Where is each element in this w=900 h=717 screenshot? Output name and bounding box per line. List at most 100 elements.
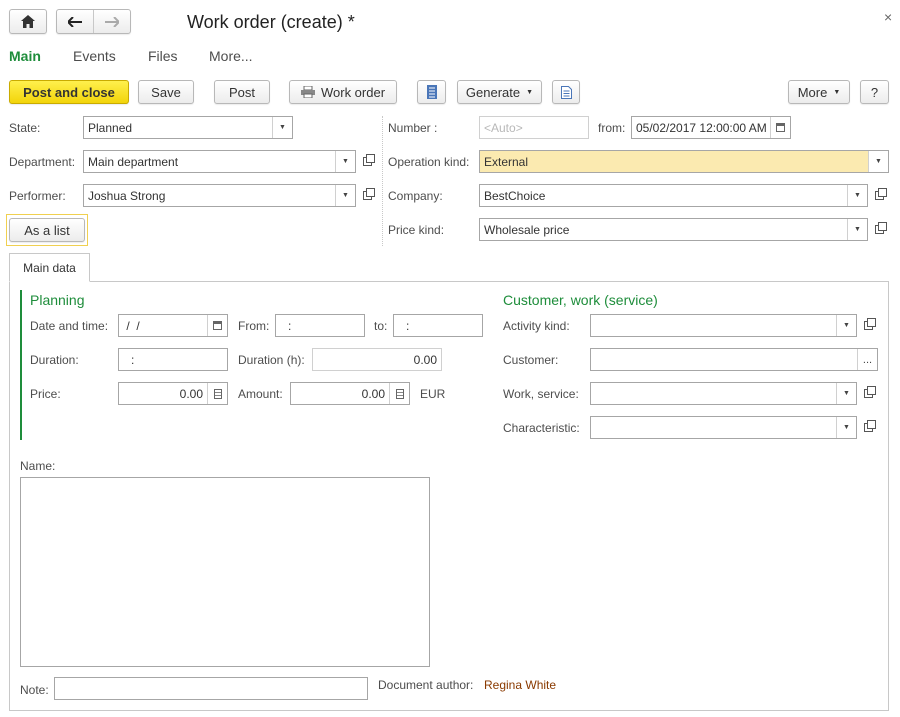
close-icon[interactable]: ×	[884, 9, 892, 25]
number-placeholder: <Auto>	[484, 120, 523, 135]
chevron-down-icon: ▼	[833, 88, 841, 96]
open-price-kind-button[interactable]	[869, 218, 889, 241]
chevron-down-icon[interactable]: ▼	[272, 117, 292, 138]
work-service-label: Work, service:	[503, 387, 579, 401]
price-value: 0.00	[179, 386, 203, 401]
calculator-button[interactable]	[207, 383, 227, 404]
note-label: Note:	[20, 683, 49, 697]
save-button[interactable]: Save	[138, 80, 194, 104]
company-field[interactable]: BestChoice ▼	[479, 184, 868, 207]
back-button[interactable]	[57, 10, 94, 33]
operation-kind-select[interactable]: External ▼	[479, 150, 889, 173]
chevron-down-icon[interactable]: ▼	[847, 219, 867, 240]
chevron-down-icon[interactable]: ▼	[836, 417, 856, 438]
open-icon	[863, 420, 876, 432]
activity-kind-field[interactable]: ▼	[590, 314, 857, 337]
duration-h-field[interactable]: 0.00	[312, 348, 442, 371]
name-label: Name:	[20, 459, 56, 473]
open-performer-button[interactable]	[357, 184, 377, 207]
performer-value: Joshua Strong	[88, 188, 166, 203]
name-textarea[interactable]	[20, 477, 430, 667]
home-icon	[21, 15, 35, 28]
customer-select-button[interactable]: ...	[857, 349, 877, 370]
open-department-button[interactable]	[357, 150, 377, 173]
planning-title: Planning	[30, 292, 85, 308]
home-button[interactable]	[9, 9, 47, 34]
as-list-button[interactable]: As a list	[9, 218, 85, 242]
column-separator	[382, 116, 383, 246]
calculator-icon	[395, 388, 404, 399]
forward-button[interactable]	[94, 10, 131, 33]
arrow-right-icon	[104, 16, 119, 27]
calendar-button[interactable]	[207, 315, 227, 336]
price-kind-field[interactable]: Wholesale price ▼	[479, 218, 868, 241]
chevron-down-icon[interactable]: ▼	[836, 383, 856, 404]
more-button[interactable]: More ▼	[788, 80, 850, 104]
post-and-close-button[interactable]: Post and close	[9, 80, 129, 104]
date-time-label: Date and time:	[30, 319, 109, 333]
printer-icon	[300, 86, 315, 98]
date-time-field[interactable]: / /	[118, 314, 228, 337]
department-label: Department:	[9, 155, 76, 169]
state-label: State:	[9, 121, 41, 135]
to-time-field[interactable]: :	[393, 314, 483, 337]
planning-group-bar	[20, 290, 22, 440]
post-button[interactable]: Post	[214, 80, 270, 104]
work-service-field[interactable]: ▼	[590, 382, 857, 405]
customer-field[interactable]: ...	[590, 348, 878, 371]
duration-field[interactable]: :	[118, 348, 228, 371]
characteristic-field[interactable]: ▼	[590, 416, 857, 439]
chevron-down-icon[interactable]: ▼	[836, 315, 856, 336]
tab-events[interactable]: Events	[73, 48, 116, 64]
chevron-down-icon[interactable]: ▼	[868, 151, 888, 172]
amount-field[interactable]: 0.00	[290, 382, 410, 405]
open-work-service-button[interactable]	[858, 382, 878, 405]
help-button[interactable]: ?	[860, 80, 889, 104]
generate-button[interactable]: Generate ▼	[457, 80, 542, 104]
department-field[interactable]: Main department ▼	[83, 150, 356, 173]
number-field[interactable]: <Auto>	[479, 116, 589, 139]
open-icon	[362, 188, 375, 200]
date-time-value: / /	[123, 318, 140, 333]
report-button[interactable]	[552, 80, 580, 104]
currency-label: EUR	[420, 387, 446, 401]
open-icon	[874, 222, 887, 234]
open-icon	[362, 154, 375, 166]
arrow-left-icon	[67, 16, 82, 27]
work-order-label: Work order	[320, 84, 386, 100]
performer-label: Performer:	[9, 189, 66, 203]
open-activity-kind-button[interactable]	[858, 314, 878, 337]
note-field[interactable]	[54, 677, 368, 700]
calendar-icon	[213, 321, 222, 330]
chevron-down-icon[interactable]: ▼	[847, 185, 867, 206]
generate-label: Generate	[465, 84, 521, 100]
tab-main-data[interactable]: Main data	[9, 253, 90, 282]
tab-files[interactable]: Files	[148, 48, 178, 64]
price-kind-label: Price kind:	[388, 223, 445, 237]
price-field[interactable]: 0.00	[118, 382, 228, 405]
open-characteristic-button[interactable]	[858, 416, 878, 439]
open-company-button[interactable]	[869, 184, 889, 207]
author-label: Document author:	[378, 678, 474, 692]
chevron-down-icon[interactable]: ▼	[335, 151, 355, 172]
date-field[interactable]: 05/02/2017 12:00:00 AM	[631, 116, 791, 139]
amount-value: 0.00	[361, 386, 385, 401]
calculator-icon	[213, 388, 222, 399]
state-value: Planned	[88, 120, 133, 135]
from-time-field[interactable]: :	[275, 314, 365, 337]
document-list-button[interactable]	[417, 80, 446, 104]
calendar-button[interactable]	[770, 117, 790, 138]
calculator-button[interactable]	[389, 383, 409, 404]
work-order-button[interactable]: Work order	[289, 80, 397, 104]
state-select[interactable]: Planned ▼	[83, 116, 293, 139]
window-title: Work order (create) *	[187, 12, 355, 32]
performer-field[interactable]: Joshua Strong ▼	[83, 184, 356, 207]
tab-main-data-label: Main data	[23, 260, 76, 275]
tab-main[interactable]: Main	[9, 48, 41, 64]
tab-more[interactable]: More...	[209, 48, 253, 64]
customer-title: Customer, work (service)	[503, 292, 658, 308]
number-label: Number :	[388, 121, 438, 135]
author-link[interactable]: Regina White	[484, 678, 556, 692]
chevron-down-icon[interactable]: ▼	[335, 185, 355, 206]
list-icon	[426, 85, 437, 99]
